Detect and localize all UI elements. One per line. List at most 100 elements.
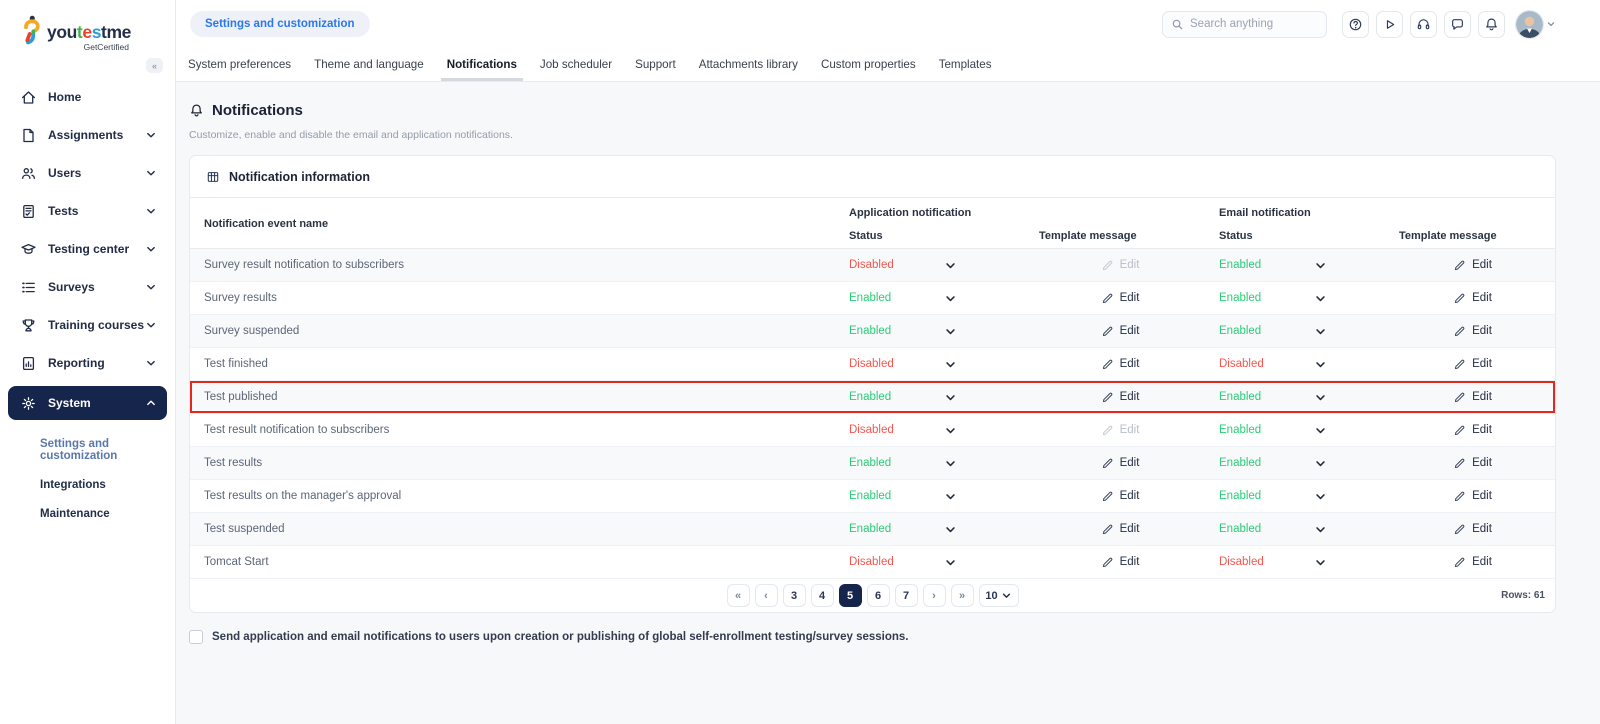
play-button[interactable] [1376, 10, 1403, 38]
sidebar-collapse-button[interactable]: « [146, 58, 163, 73]
first-page-button[interactable]: « [726, 584, 750, 607]
application-template-edit-button[interactable]: Edit [1030, 325, 1210, 338]
help-button[interactable] [1342, 10, 1369, 38]
checkbox-box[interactable] [189, 630, 203, 644]
page-button-4[interactable]: 4 [810, 584, 834, 607]
event-name: Test published [204, 391, 278, 403]
sidebar-subitem-settings-and-customization[interactable]: Settings and customization [40, 438, 167, 462]
sidebar-item-assignments[interactable]: Assignments [8, 120, 167, 150]
application-status-dropdown[interactable]: Enabled [840, 325, 1030, 338]
application-status-dropdown[interactable]: Disabled [840, 424, 1030, 437]
application-status-dropdown[interactable]: Enabled [840, 457, 1030, 470]
email-template-edit-button[interactable]: Edit [1390, 391, 1555, 404]
email-template-edit-button[interactable]: Edit [1390, 259, 1555, 272]
chevron-down-icon [145, 243, 157, 255]
application-status-dropdown[interactable]: Enabled [840, 292, 1030, 305]
headset-button[interactable] [1410, 10, 1437, 38]
email-template-edit-button[interactable]: Edit [1390, 457, 1555, 470]
application-status-dropdown[interactable]: Disabled [840, 556, 1030, 569]
prev-page-button[interactable]: ‹ [754, 584, 778, 607]
event-name: Tomcat Start [204, 556, 269, 568]
email-template-edit-button[interactable]: Edit [1390, 556, 1555, 569]
email-template-edit-button[interactable]: Edit [1390, 523, 1555, 536]
email-status-dropdown[interactable]: Disabled [1210, 556, 1390, 569]
application-template-edit-button[interactable]: Edit [1030, 523, 1210, 536]
email-template-edit-button[interactable]: Edit [1390, 325, 1555, 338]
page-button-5[interactable]: 5 [838, 584, 862, 607]
page-button-6[interactable]: 6 [866, 584, 890, 607]
application-template-edit-button[interactable]: Edit [1030, 292, 1210, 305]
tab-custom-properties[interactable]: Custom properties [821, 48, 916, 81]
application-template-edit-button[interactable]: Edit [1030, 391, 1210, 404]
email-template-edit-button[interactable]: Edit [1390, 358, 1555, 371]
email-status-dropdown[interactable]: Enabled [1210, 259, 1390, 272]
email-template-edit-button[interactable]: Edit [1390, 490, 1555, 503]
app-root: youtestme GetCertified « Home Assignments… [0, 0, 1600, 724]
application-status-dropdown[interactable]: Disabled [840, 259, 1030, 272]
email-status-dropdown[interactable]: Enabled [1210, 523, 1390, 536]
page-size-select[interactable]: 10 [978, 584, 1019, 607]
application-status-dropdown[interactable]: Disabled [840, 358, 1030, 371]
tab-system-preferences[interactable]: System preferences [188, 48, 291, 81]
email-status-dropdown[interactable]: Enabled [1210, 391, 1390, 404]
email-status-dropdown[interactable]: Enabled [1210, 292, 1390, 305]
tab-templates[interactable]: Templates [939, 48, 992, 81]
next-page-button[interactable]: › [922, 584, 946, 607]
sidebar-item-reporting[interactable]: Reporting [8, 348, 167, 378]
tab-theme-and-language[interactable]: Theme and language [314, 48, 424, 81]
email-status-dropdown[interactable]: Disabled [1210, 358, 1390, 371]
sidebar: youtestme GetCertified « Home Assignments… [0, 0, 176, 724]
event-name: Test results on the manager's approval [204, 490, 402, 502]
email-status-dropdown[interactable]: Enabled [1210, 490, 1390, 503]
sidebar-item-surveys[interactable]: Surveys [8, 272, 167, 302]
search-input[interactable] [1162, 10, 1327, 38]
chevron-down-icon [1314, 292, 1327, 305]
edit-label: Edit [1472, 325, 1492, 337]
global-notification-checkbox[interactable]: Send application and email notifications… [189, 630, 1556, 644]
application-status-dropdown[interactable]: Enabled [840, 391, 1030, 404]
pencil-icon [1453, 292, 1466, 305]
status-value: Enabled [1219, 424, 1262, 436]
edit-label: Edit [1119, 523, 1140, 535]
table-row-survey-result-notification-to-subscribers: Survey result notification to subscriber… [190, 249, 1555, 282]
chat-button[interactable] [1444, 10, 1471, 38]
sidebar-item-testing-center[interactable]: Testing center [8, 234, 167, 264]
status-value: Disabled [1219, 358, 1264, 370]
sidebar-item-home[interactable]: Home [8, 82, 167, 112]
logo: youtestme GetCertified [0, 0, 175, 56]
tab-support[interactable]: Support [635, 48, 676, 81]
page-button-7[interactable]: 7 [894, 584, 918, 607]
application-status-dropdown[interactable]: Enabled [840, 490, 1030, 503]
sidebar-subitem-maintenance[interactable]: Maintenance [40, 508, 167, 520]
breadcrumb[interactable]: Settings and customization [190, 11, 370, 37]
email-status-dropdown[interactable]: Enabled [1210, 424, 1390, 437]
pencil-icon [1101, 358, 1114, 371]
email-template-edit-button[interactable]: Edit [1390, 292, 1555, 305]
sidebar-item-label: Testing center [48, 242, 130, 256]
chevron-down-icon [1546, 19, 1556, 29]
sidebar-item-training-courses[interactable]: Training courses [8, 310, 167, 340]
sidebar-subitem-integrations[interactable]: Integrations [40, 479, 167, 491]
email-status-dropdown[interactable]: Enabled [1210, 457, 1390, 470]
application-template-edit-button[interactable]: Edit [1030, 556, 1210, 569]
sidebar-subnav: Settings and customization Integrations Ma… [0, 428, 175, 520]
tab-attachments-library[interactable]: Attachments library [699, 48, 798, 81]
bell-button[interactable] [1478, 10, 1505, 38]
user-menu[interactable] [1516, 10, 1556, 38]
pencil-icon [1453, 490, 1466, 503]
sidebar-item-tests[interactable]: Tests [8, 196, 167, 226]
application-template-edit-button[interactable]: Edit [1030, 457, 1210, 470]
application-template-edit-button[interactable]: Edit [1030, 358, 1210, 371]
page-button-3[interactable]: 3 [782, 584, 806, 607]
page-subtitle: Customize, enable and disable the email … [189, 129, 513, 141]
sidebar-item-system[interactable]: System [8, 386, 167, 420]
email-status-dropdown[interactable]: Enabled [1210, 325, 1390, 338]
tab-notifications[interactable]: Notifications [440, 48, 524, 81]
application-template-edit-button[interactable]: Edit [1030, 490, 1210, 503]
last-page-button[interactable]: » [950, 584, 974, 607]
column-group-email: Email notification [1219, 207, 1311, 219]
sidebar-item-users[interactable]: Users [8, 158, 167, 188]
application-status-dropdown[interactable]: Enabled [840, 523, 1030, 536]
tab-job-scheduler[interactable]: Job scheduler [540, 48, 612, 81]
email-template-edit-button[interactable]: Edit [1390, 424, 1555, 437]
